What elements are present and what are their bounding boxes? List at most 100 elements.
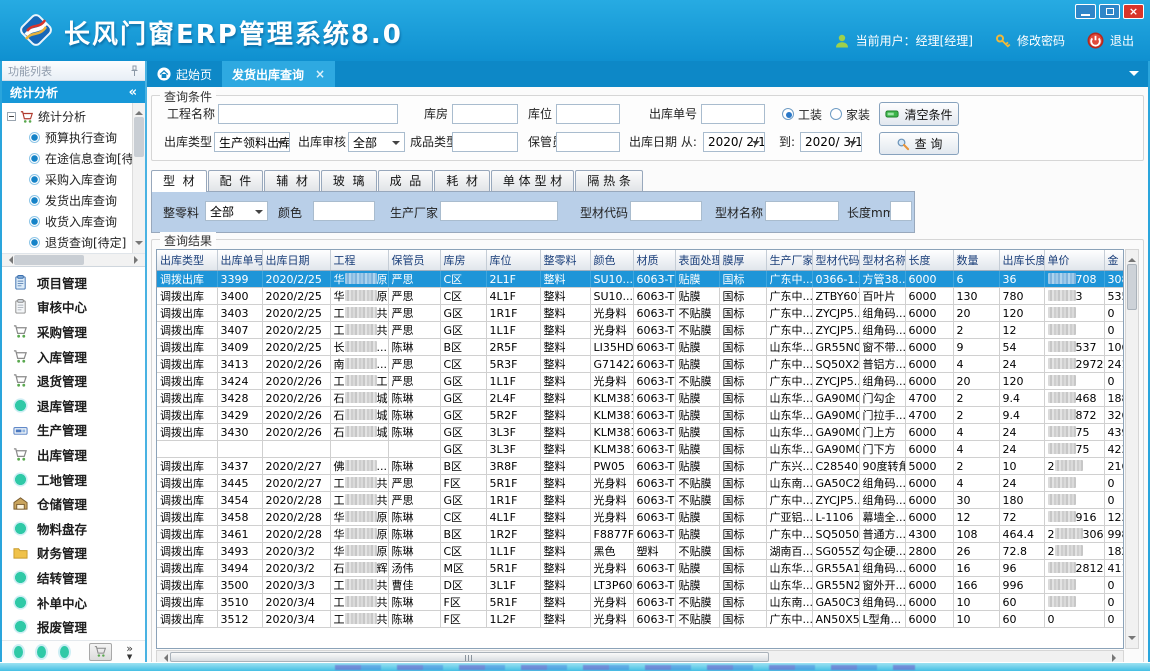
product-type-input[interactable]: [452, 132, 518, 152]
table-row[interactable]: 调拨出库34612020/2/28华原...陈琳B区1R2F整料F8877FT6…: [157, 526, 1124, 543]
scroll-thumb[interactable]: [14, 255, 84, 265]
out-type-select[interactable]: 生产领料出库: [214, 132, 290, 152]
sidebar-menu-item[interactable]: 工地管理: [2, 467, 145, 492]
column-header[interactable]: 出库长度: [999, 250, 1044, 271]
scroll-thumb[interactable]: [134, 117, 144, 157]
sidebar-menu-item[interactable]: 审核中心: [2, 295, 145, 320]
sidebar-menu-item[interactable]: 结转管理: [2, 565, 145, 590]
column-header[interactable]: 膜厚: [719, 250, 766, 271]
clear-conditions-button[interactable]: 清空条件: [879, 102, 959, 126]
audit-select[interactable]: 全部: [348, 132, 405, 152]
cart-shortcut-button[interactable]: [89, 643, 112, 661]
column-header[interactable]: 生产厂家: [766, 250, 812, 271]
tree-item[interactable]: 在途信息查询[待: [2, 148, 145, 169]
profile-code-input[interactable]: [630, 201, 702, 221]
table-row[interactable]: 调拨出库34242020/2/26工工程严思G区1L1F整料光身料6063-T5…: [157, 373, 1124, 390]
sidebar-menu-item[interactable]: 补单中心: [2, 590, 145, 615]
table-row[interactable]: 调拨出库34002020/2/25华原...严思C区4L1F整料SU10...6…: [157, 288, 1124, 305]
project-name-input[interactable]: [218, 104, 398, 124]
material-tab[interactable]: 辅 材: [264, 170, 320, 191]
table-row[interactable]: 调拨出库34542020/2/28工共工程严思G区1R1F整料光身料6063-T…: [157, 492, 1124, 509]
sidebar-menu-item[interactable]: 报废管理: [2, 614, 145, 639]
column-header[interactable]: 材质: [633, 250, 675, 271]
scroll-thumb[interactable]: [170, 652, 769, 662]
material-tab[interactable]: 单 体 型 材: [491, 170, 574, 191]
sidebar-menu-item[interactable]: 财务管理: [2, 541, 145, 566]
column-header[interactable]: 库房: [440, 250, 486, 271]
column-header[interactable]: 表面处理: [675, 250, 719, 271]
table-row[interactable]: 调拨出库34282020/2/26石城陈琳G区2L4F整料KLM38176063…: [157, 390, 1124, 407]
table-row[interactable]: 调拨出库34092020/2/25长...陈琳B区2R5F整料LI35HD606…: [157, 339, 1124, 356]
sidebar-menu-item[interactable]: 出库管理: [2, 442, 145, 467]
column-header[interactable]: 单价: [1044, 250, 1104, 271]
sidebar-menu-item[interactable]: 退库管理: [2, 393, 145, 418]
sidebar-menu-item[interactable]: 退货管理: [2, 368, 145, 393]
material-tab[interactable]: 耗 材: [434, 170, 490, 191]
material-tab[interactable]: 配 件: [208, 170, 264, 191]
dot-icon[interactable]: [60, 646, 69, 658]
column-header[interactable]: 出库单号: [217, 250, 262, 271]
column-header[interactable]: 型材名称: [859, 250, 905, 271]
table-row[interactable]: 调拨出库34942020/3/2石辉城汤伟M区5R1F整料光身料6063-T5贴…: [157, 560, 1124, 577]
scroll-thumb[interactable]: [1127, 264, 1137, 310]
length-input[interactable]: [890, 201, 912, 221]
table-row[interactable]: 调拨出库35102020/3/4工共工程陈琳F区5R1F整料光身料6063-T5…: [157, 594, 1124, 611]
tree-item[interactable]: 预算执行查询: [2, 127, 145, 148]
sidebar-menu-item[interactable]: 生产管理: [2, 418, 145, 443]
close-button[interactable]: ×: [1123, 4, 1144, 19]
tree-item[interactable]: 退货查询[待定]: [2, 232, 145, 253]
table-row[interactable]: 调拨出库35002020/3/3工共工程曹佳D区3L1F整料LT3P606063…: [157, 577, 1124, 594]
table-row[interactable]: 调拨出库34072020/2/25工共工程严思G区1L1F整料光身料6063-T…: [157, 322, 1124, 339]
tree-item[interactable]: 收货入库查询: [2, 211, 145, 232]
minimize-button[interactable]: [1075, 4, 1096, 19]
table-row[interactable]: G区3L3F整料KLM38176063-T5贴膜国标山东华...GA90M09.…: [157, 441, 1124, 458]
warehouse-input[interactable]: [452, 104, 518, 124]
keeper-input[interactable]: [556, 132, 620, 152]
column-header[interactable]: 型材代码: [812, 250, 859, 271]
scroll-left-icon[interactable]: [5, 256, 13, 264]
material-tab[interactable]: 玻 璃: [321, 170, 377, 191]
material-tab[interactable]: 隔 热 条: [575, 170, 643, 191]
tree-horizontal-scrollbar[interactable]: [2, 254, 145, 267]
whole-piece-select[interactable]: 全部: [205, 201, 268, 221]
change-password-link[interactable]: 修改密码: [1017, 32, 1065, 49]
sidebar-menu-item[interactable]: 采购管理: [2, 319, 145, 344]
dot-icon[interactable]: [14, 646, 23, 658]
material-tab[interactable]: 成 品: [378, 170, 434, 191]
column-header[interactable]: 保管员: [388, 250, 440, 271]
scroll-right-icon[interactable]: [134, 256, 142, 264]
profile-name-input[interactable]: [765, 201, 839, 221]
overflow-chevron[interactable]: »▼: [126, 643, 133, 661]
table-row[interactable]: 调拨出库34132020/2/26南...严思C区5R3F整料G71422606…: [157, 356, 1124, 373]
table-row[interactable]: 调拨出库34372020/2/27佛...陈琳B区3R8F整料PW056063-…: [157, 458, 1124, 475]
tree-item[interactable]: 采购入库查询: [2, 169, 145, 190]
scroll-right-icon[interactable]: [1112, 654, 1120, 662]
scroll-down-icon[interactable]: [135, 241, 143, 249]
tree-vertical-scrollbar[interactable]: [132, 103, 145, 253]
scroll-up-icon[interactable]: [135, 107, 143, 115]
tree-item[interactable]: 发货出库查询: [2, 190, 145, 211]
column-header[interactable]: 出库日期: [262, 250, 330, 271]
table-row[interactable]: 调拨出库34452020/2/27工共工程严思F区5R1F整料光身料6063-T…: [157, 475, 1124, 492]
tab-shipment-outbound-query[interactable]: 发货出库查询 ×: [222, 61, 335, 87]
column-header[interactable]: 数量: [953, 250, 999, 271]
maximize-button[interactable]: [1099, 4, 1120, 19]
radio-home-decor[interactable]: 家装: [830, 104, 870, 124]
table-row[interactable]: 调拨出库34582020/2/28华原...陈琳C区4L1F整料光身料6063-…: [157, 509, 1124, 526]
table-row[interactable]: 调拨出库34032020/2/25工共工程严思G区1R1F整料光身料6063-T…: [157, 305, 1124, 322]
tab-home[interactable]: 起始页: [147, 61, 222, 87]
tabstrip-dropdown-icon[interactable]: [1129, 71, 1139, 81]
dot-icon[interactable]: [37, 646, 46, 658]
logout-link[interactable]: 退出: [1110, 32, 1134, 49]
color-input[interactable]: [313, 201, 375, 221]
radio-engineering[interactable]: 工装: [782, 104, 822, 124]
sidebar-section-header[interactable]: 统计分析 «: [2, 81, 145, 103]
scroll-down-icon[interactable]: [1128, 636, 1136, 644]
sidebar-menu-item[interactable]: 仓储管理: [2, 491, 145, 516]
grid-vertical-scrollbar[interactable]: [1125, 249, 1139, 649]
column-header[interactable]: 库位: [486, 250, 540, 271]
date-to-picker[interactable]: 2020/ 3/16: [800, 132, 862, 152]
date-from-picker[interactable]: 2020/ 2/16: [703, 132, 765, 152]
sidebar-menu-item[interactable]: 项目管理: [2, 270, 145, 295]
column-header[interactable]: 出库类型: [157, 250, 217, 271]
